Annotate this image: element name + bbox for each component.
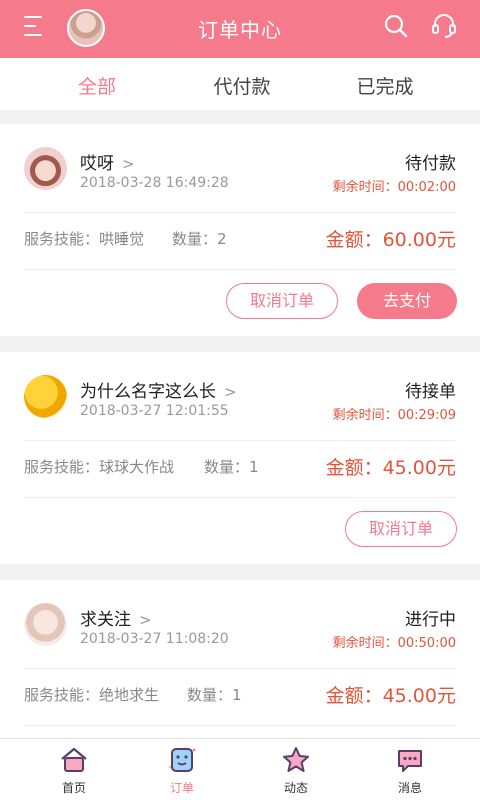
order-card: 哎呀 > 2018-03-28 16:49:28 待付款 剩余时间：00:02:0… bbox=[0, 124, 480, 336]
order-amount: 金额：60.00元 bbox=[325, 229, 456, 251]
order-time: 2018-03-28 16:49:28 bbox=[80, 175, 229, 191]
divider bbox=[24, 668, 456, 669]
order-card: 为什么名字这么长 > 2018-03-27 12:01:55 待接单 剩余时间：0… bbox=[0, 352, 480, 564]
divider bbox=[24, 269, 456, 270]
nav-messages[interactable]: 消息 bbox=[350, 745, 470, 796]
order-tabs: 全部 代付款 已完成 bbox=[0, 58, 480, 110]
order-card: 求关注 > 2018-03-27 11:08:20 进行中 剩余时间：00:50:… bbox=[0, 580, 480, 738]
tab-completed[interactable]: 已完成 bbox=[325, 72, 445, 99]
divider bbox=[24, 497, 456, 498]
service-skill: 服务技能：哄睡觉 bbox=[24, 230, 145, 248]
divider bbox=[24, 725, 456, 726]
order-amount: 金额：45.00元 bbox=[325, 685, 456, 707]
order-user-name[interactable]: 求关注 > bbox=[80, 605, 152, 630]
nav-messages-label: 消息 bbox=[397, 781, 422, 795]
order-time: 2018-03-27 12:01:55 bbox=[80, 403, 229, 419]
chevron-right-icon: > bbox=[139, 611, 152, 629]
search-icon[interactable] bbox=[383, 13, 409, 39]
order-status: 待付款 bbox=[405, 154, 456, 174]
order-icon bbox=[168, 748, 196, 772]
cancel-order-button[interactable]: 取消订单 bbox=[226, 283, 338, 319]
star-icon bbox=[283, 747, 309, 772]
nav-home[interactable]: 首页 bbox=[14, 745, 134, 796]
home-icon bbox=[61, 747, 87, 772]
nav-home-label: 首页 bbox=[61, 781, 86, 795]
quantity: 数量：1 bbox=[204, 458, 259, 476]
order-status: 待接单 bbox=[405, 382, 456, 402]
message-icon bbox=[398, 750, 422, 772]
tab-pending-payment[interactable]: 代付款 bbox=[182, 72, 302, 99]
pay-button[interactable]: 去支付 bbox=[357, 283, 457, 319]
order-user-name[interactable]: 哎呀 > bbox=[80, 149, 135, 174]
order-user-avatar[interactable] bbox=[24, 375, 67, 418]
customer-service-icon[interactable] bbox=[430, 12, 458, 40]
quantity: 数量：1 bbox=[187, 686, 242, 704]
order-time: 2018-03-27 11:08:20 bbox=[80, 631, 229, 647]
cancel-order-button[interactable]: 取消订单 bbox=[345, 511, 457, 547]
order-user-name[interactable]: 为什么名字这么长 > bbox=[80, 377, 237, 402]
chevron-right-icon: > bbox=[224, 383, 237, 401]
nav-orders-label: 订单 bbox=[169, 781, 194, 795]
divider bbox=[24, 440, 456, 441]
order-status: 进行中 bbox=[405, 610, 456, 630]
order-amount: 金额：45.00元 bbox=[325, 457, 456, 479]
order-user-avatar[interactable] bbox=[24, 603, 67, 646]
remaining-time: 剩余时间：00:50:00 bbox=[332, 636, 456, 651]
nav-feed-label: 动态 bbox=[283, 781, 308, 795]
order-list[interactable]: 哎呀 > 2018-03-28 16:49:28 待付款 剩余时间：00:02:0… bbox=[0, 110, 480, 738]
nav-orders[interactable]: 订单 bbox=[122, 745, 242, 796]
remaining-time: 剩余时间：00:02:00 bbox=[332, 180, 456, 195]
service-skill: 服务技能：绝地求生 bbox=[24, 686, 160, 704]
bottom-nav: 首页 订单 动态 消息 bbox=[0, 738, 480, 800]
chevron-right-icon: > bbox=[122, 155, 135, 173]
quantity: 数量：2 bbox=[172, 230, 227, 248]
tab-all[interactable]: 全部 bbox=[37, 72, 157, 99]
nav-feed[interactable]: 动态 bbox=[236, 745, 356, 796]
service-skill: 服务技能：球球大作战 bbox=[24, 458, 175, 476]
remaining-time: 剩余时间：00:29:09 bbox=[332, 408, 456, 423]
divider bbox=[24, 212, 456, 213]
order-user-avatar[interactable] bbox=[24, 147, 67, 190]
app-header: 订单中心 bbox=[0, 0, 480, 58]
